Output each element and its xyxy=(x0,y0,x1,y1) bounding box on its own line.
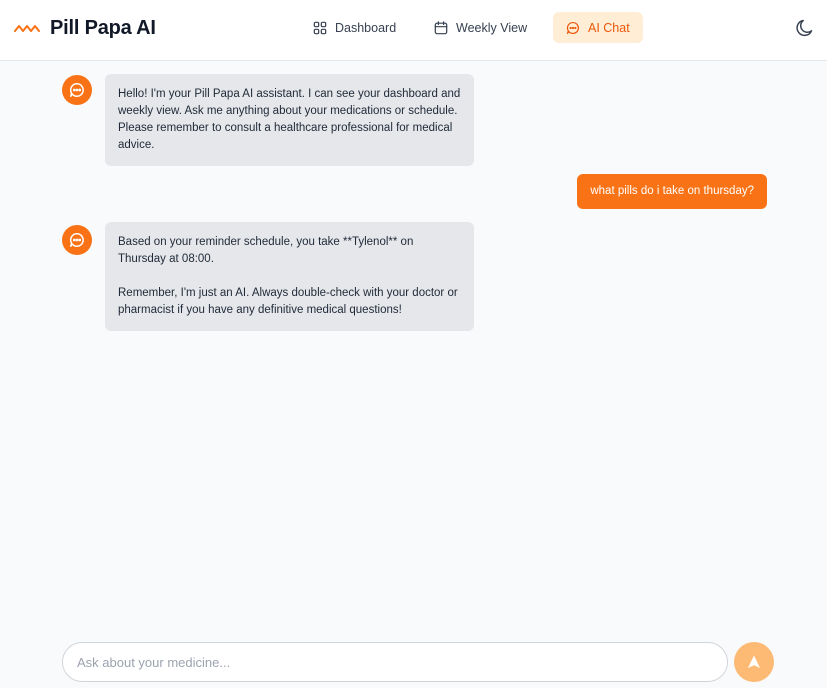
calendar-icon xyxy=(434,20,448,34)
assistant-avatar xyxy=(62,225,92,255)
assistant-message: Hello! I'm your Pill Papa AI assistant. … xyxy=(105,74,474,166)
nav-chat-label: AI Chat xyxy=(588,20,630,35)
theme-toggle-button[interactable] xyxy=(794,17,816,39)
chat-input-container xyxy=(62,642,728,682)
moon-icon xyxy=(796,19,813,37)
brand[interactable]: Pill Papa AI xyxy=(14,16,156,40)
send-arrow-icon xyxy=(748,655,760,668)
nav-weekly-label: Weekly View xyxy=(456,20,528,35)
app-title: Pill Papa AI xyxy=(50,16,156,39)
assistant-avatar xyxy=(62,75,92,105)
send-button[interactable] xyxy=(734,642,774,682)
user-message: what pills do i take on thursday? xyxy=(577,174,767,209)
chat-bubble-icon xyxy=(69,233,84,247)
chat-bubble-icon xyxy=(69,83,84,97)
nav-dashboard[interactable]: Dashboard xyxy=(300,12,409,43)
chat-bubble-icon xyxy=(566,21,579,34)
grid-icon xyxy=(313,21,327,34)
app-header: Pill Papa AI Dashboard Weekly View AI Ch… xyxy=(0,0,827,61)
chat-input[interactable] xyxy=(63,643,727,681)
pill-wave-logo-icon xyxy=(14,25,40,32)
assistant-message: Based on your reminder schedule, you tak… xyxy=(105,222,474,331)
nav-weekly-view[interactable]: Weekly View xyxy=(421,12,540,43)
nav-ai-chat[interactable]: AI Chat xyxy=(553,12,643,43)
nav-dashboard-label: Dashboard xyxy=(335,20,397,35)
